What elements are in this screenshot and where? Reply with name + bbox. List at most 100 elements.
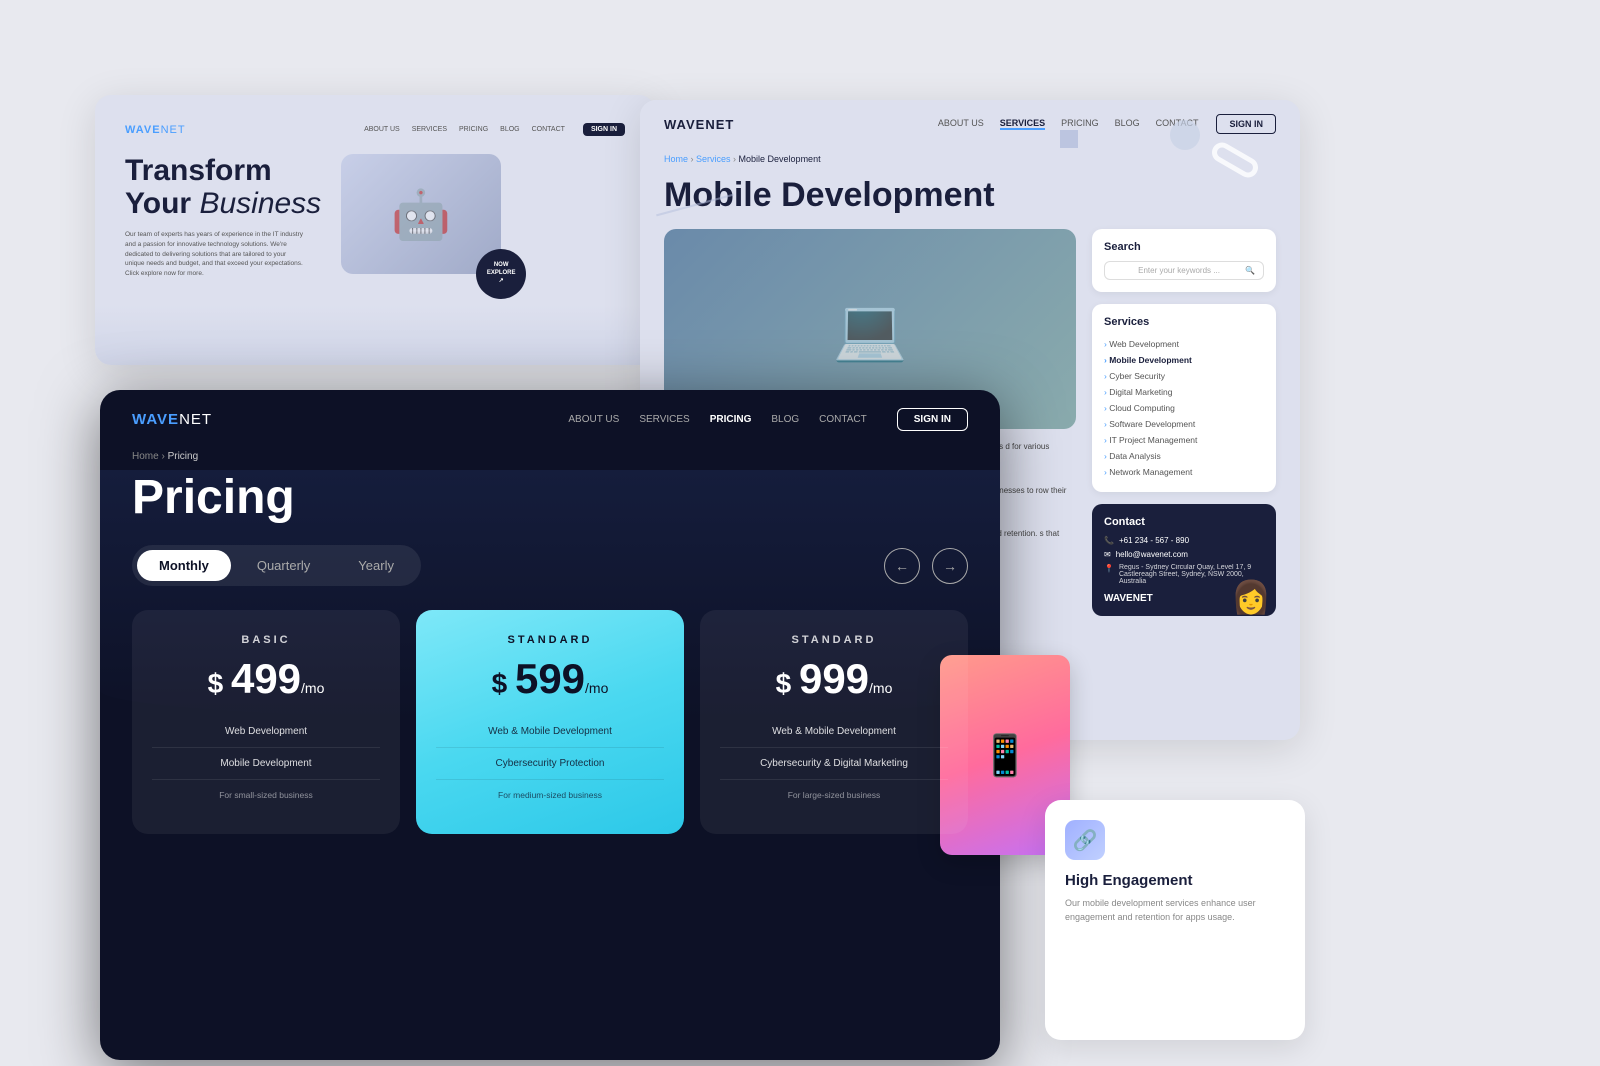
search-box[interactable]: Enter your keywords ... 🔍 [1104, 261, 1264, 280]
standard-top-plan-name: STANDARD [720, 634, 948, 646]
pricing-nav-about[interactable]: ABOUT US [568, 414, 619, 425]
mobile-sidebar: Search Enter your keywords ... 🔍 Service… [1076, 229, 1276, 616]
service-item[interactable]: Network Management [1104, 464, 1264, 480]
mobile-nav-links: ABOUT US SERVICES PRICING BLOG CONTACT [938, 118, 1199, 130]
standard-featured-feature-3: For medium-sized business [436, 780, 664, 810]
standard-top-feature-3: For large-sized business [720, 780, 948, 810]
search-icon[interactable]: 🔍 [1245, 266, 1255, 275]
contact-panel: Contact 📞 +61 234 - 567 - 890 ✉ hello@wa… [1092, 504, 1276, 616]
hero-nav: WAVENET ABOUT US SERVICES PRICING BLOG C… [125, 123, 625, 136]
deco-orb-1 [1060, 130, 1078, 148]
service-item[interactable]: Digital Marketing [1104, 384, 1264, 400]
mobile-page-title: Mobile Development [640, 170, 1300, 229]
mobile-logo: WAVENET [664, 117, 734, 132]
hero-logo: WAVENET [125, 124, 186, 136]
standard-top-price: $ 999/mo [720, 658, 948, 700]
pricing-page-title: Pricing [100, 464, 1000, 545]
service-item[interactable]: Data Analysis [1104, 448, 1264, 464]
hero-nav-about[interactable]: ABOUT US [364, 126, 400, 133]
search-panel: Search Enter your keywords ... 🔍 [1092, 229, 1276, 292]
service-item[interactable]: Web Development [1104, 336, 1264, 352]
standard-featured-price: $ 599/mo [436, 658, 664, 700]
pricing-breadcrumb: Home › Pricing [100, 449, 1000, 464]
pricing-toggle-bar: Monthly Quarterly Yearly ← → [100, 545, 1000, 586]
explore-button[interactable]: NOWEXPLORE↗ [476, 249, 526, 299]
services-label: Services [1104, 316, 1264, 328]
engagement-title: High Engagement [1065, 872, 1285, 889]
hero-nav-blog[interactable]: BLOG [500, 126, 519, 133]
standard-top-feature-1: Web & Mobile Development [720, 716, 948, 748]
pricing-card-standard-featured: STANDARD $ 599/mo Web & Mobile Developme… [416, 610, 684, 834]
pricing-logo: WAVENET [132, 411, 212, 428]
mobile-nav-blog[interactable]: BLOG [1115, 118, 1140, 130]
hero-nav-services[interactable]: SERVICES [412, 126, 447, 133]
hero-nav-contact[interactable]: CONTACT [532, 126, 565, 133]
hero-description: Our team of experts has years of experie… [125, 230, 305, 279]
engagement-description: Our mobile development services enhance … [1065, 897, 1285, 924]
basic-price: $ 499/mo [152, 658, 380, 700]
hero-nav-pricing[interactable]: PRICING [459, 126, 488, 133]
pricing-signin-button[interactable]: SIGN IN [897, 408, 968, 431]
hero-text-block: Transform Your Business Our team of expe… [125, 154, 321, 279]
hero-image: NOWEXPLORE↗ [341, 154, 521, 294]
pricing-nav-contact[interactable]: CONTACT [819, 414, 867, 425]
mobile-nav-services[interactable]: SERVICES [1000, 118, 1045, 130]
pricing-cards-container: BASIC $ 499/mo Web Development Mobile De… [100, 610, 1000, 834]
service-item[interactable]: Software Development [1104, 416, 1264, 432]
search-placeholder: Enter your keywords ... [1138, 266, 1220, 275]
standard-top-features: Web & Mobile Development Cybersecurity &… [720, 716, 948, 810]
tab-quarterly[interactable]: Quarterly [235, 550, 332, 581]
basic-feature-1: Web Development [152, 716, 380, 748]
pricing-card-basic: BASIC $ 499/mo Web Development Mobile De… [132, 610, 400, 834]
next-arrow-button[interactable]: → [932, 548, 968, 584]
standard-featured-features: Web & Mobile Development Cybersecurity P… [436, 716, 664, 810]
basic-feature-2: Mobile Development [152, 748, 380, 780]
standard-featured-feature-1: Web & Mobile Development [436, 716, 664, 748]
hero-title: Transform Your Business [125, 154, 321, 220]
contact-phone: 📞 +61 234 - 567 - 890 [1104, 536, 1264, 545]
service-item[interactable]: Cyber Security [1104, 368, 1264, 384]
pricing-nav-links: ABOUT US SERVICES PRICING BLOG CONTACT [568, 414, 866, 425]
hero-nav-links: ABOUT US SERVICES PRICING BLOG CONTACT [364, 126, 565, 133]
pricing-arrows: ← → [884, 548, 968, 584]
services-list: Web Development Mobile Development Cyber… [1104, 336, 1264, 480]
search-label: Search [1104, 241, 1264, 253]
pricing-nav: WAVENET ABOUT US SERVICES PRICING BLOG C… [100, 390, 1000, 449]
services-panel: Services Web Development Mobile Developm… [1092, 304, 1276, 492]
mobile-nav-about[interactable]: ABOUT US [938, 118, 984, 130]
email-icon: ✉ [1104, 550, 1111, 559]
basic-features: Web Development Mobile Development For s… [152, 716, 380, 810]
hero-card: WAVENET ABOUT US SERVICES PRICING BLOG C… [95, 95, 655, 365]
tab-monthly[interactable]: Monthly [137, 550, 231, 581]
service-item[interactable]: Cloud Computing [1104, 400, 1264, 416]
pricing-nav-blog[interactable]: BLOG [771, 414, 799, 425]
contact-label: Contact [1104, 516, 1264, 528]
hero-signin-button[interactable]: SIGN IN [583, 123, 625, 136]
agent-figure: 👩 [1231, 578, 1271, 616]
robot-hand-image [341, 154, 501, 274]
location-icon: 📍 [1104, 564, 1114, 573]
prev-arrow-button[interactable]: ← [884, 548, 920, 584]
contact-email: ✉ hello@wavenet.com [1104, 550, 1264, 559]
engagement-card: 🔗 High Engagement Our mobile development… [1045, 800, 1305, 1040]
pricing-toggle-pill: Monthly Quarterly Yearly [132, 545, 421, 586]
pricing-card: WAVENET ABOUT US SERVICES PRICING BLOG C… [100, 390, 1000, 1060]
mobile-breadcrumb: Home › Services › Mobile Development [640, 148, 1300, 170]
standard-featured-plan-name: STANDARD [436, 634, 664, 646]
engagement-icon: 🔗 [1065, 820, 1105, 860]
pricing-nav-pricing[interactable]: PRICING [710, 414, 752, 425]
basic-plan-name: BASIC [152, 634, 380, 646]
service-item[interactable]: IT Project Management [1104, 432, 1264, 448]
mobile-nav-pricing[interactable]: PRICING [1061, 118, 1099, 130]
deco-orb-2 [1170, 120, 1200, 150]
pricing-nav-services[interactable]: SERVICES [639, 414, 689, 425]
hero-content: Transform Your Business Our team of expe… [125, 154, 625, 294]
service-item-active[interactable]: Mobile Development [1104, 352, 1264, 368]
pricing-card-standard-top: STANDARD $ 999/mo Web & Mobile Developme… [700, 610, 968, 834]
mobile-signin-button[interactable]: SIGN IN [1216, 114, 1276, 134]
standard-top-feature-2: Cybersecurity & Digital Marketing [720, 748, 948, 780]
phone-icon: 📞 [1104, 536, 1114, 545]
mobile-nav: WAVENET ABOUT US SERVICES PRICING BLOG C… [640, 100, 1300, 148]
wave-decoration [95, 305, 655, 365]
tab-yearly[interactable]: Yearly [336, 550, 416, 581]
